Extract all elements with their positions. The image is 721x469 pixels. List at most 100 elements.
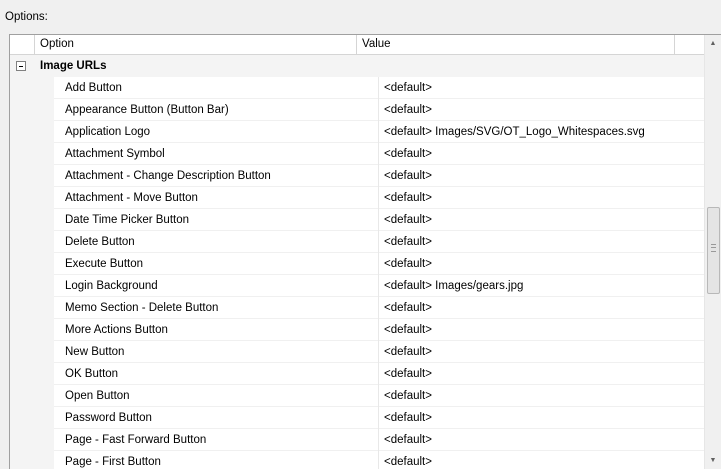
- scrollbar-thumb[interactable]: [707, 207, 720, 294]
- property-grid[interactable]: Option Value Image URLs Add Button <defau…: [9, 34, 721, 469]
- property-name[interactable]: Date Time Picker Button: [65, 209, 375, 231]
- property-value[interactable]: <default>: [384, 363, 704, 385]
- column-divider: [378, 253, 379, 275]
- row-gutter: [10, 451, 54, 469]
- property-name[interactable]: Page - First Button: [65, 451, 375, 469]
- property-row[interactable]: Appearance Button (Button Bar) <default>: [10, 99, 705, 121]
- property-name[interactable]: New Button: [65, 341, 375, 363]
- property-value[interactable]: <default>: [384, 209, 704, 231]
- column-divider: [378, 407, 379, 429]
- property-name[interactable]: Open Button: [65, 385, 375, 407]
- property-name[interactable]: Appearance Button (Button Bar): [65, 99, 375, 121]
- property-value[interactable]: <default>: [384, 319, 704, 341]
- property-row[interactable]: OK Button <default>: [10, 363, 705, 385]
- property-row[interactable]: Page - First Button <default>: [10, 451, 705, 469]
- property-row[interactable]: Attachment - Move Button <default>: [10, 187, 705, 209]
- column-divider: [378, 429, 379, 451]
- property-row[interactable]: More Actions Button <default>: [10, 319, 705, 341]
- property-row[interactable]: Attachment Symbol <default>: [10, 143, 705, 165]
- row-gutter: [10, 253, 54, 275]
- row-gutter: [10, 297, 54, 319]
- scroll-up-arrow-icon[interactable]: ▲: [705, 35, 721, 52]
- column-divider: [378, 121, 379, 143]
- column-header-blank: [676, 35, 705, 54]
- column-divider: [378, 231, 379, 253]
- row-gutter: [10, 275, 54, 297]
- property-value[interactable]: <default> Images/gears.jpg: [384, 275, 704, 297]
- column-divider: [378, 187, 379, 209]
- property-value[interactable]: <default>: [384, 385, 704, 407]
- row-gutter: [10, 121, 54, 143]
- collapse-icon[interactable]: [16, 61, 26, 71]
- row-gutter: [10, 319, 54, 341]
- column-divider: [378, 209, 379, 231]
- property-row[interactable]: Application Logo <default> Images/SVG/OT_…: [10, 121, 705, 143]
- property-row[interactable]: Execute Button <default>: [10, 253, 705, 275]
- column-divider: [378, 275, 379, 297]
- property-name[interactable]: Add Button: [65, 77, 375, 99]
- property-name[interactable]: Memo Section - Delete Button: [65, 297, 375, 319]
- column-divider: [378, 451, 379, 469]
- row-gutter: [10, 407, 54, 429]
- property-name[interactable]: Login Background: [65, 275, 375, 297]
- property-value[interactable]: <default>: [384, 451, 704, 469]
- column-divider: [378, 363, 379, 385]
- property-row[interactable]: Delete Button <default>: [10, 231, 705, 253]
- category-image-urls[interactable]: Image URLs: [10, 55, 705, 77]
- grid-header: Option Value: [10, 35, 705, 55]
- row-gutter: [10, 77, 54, 99]
- property-value[interactable]: <default>: [384, 341, 704, 363]
- row-gutter: [10, 99, 54, 121]
- column-divider: [378, 143, 379, 165]
- row-gutter: [10, 187, 54, 209]
- property-value[interactable]: <default>: [384, 77, 704, 99]
- property-row[interactable]: Date Time Picker Button <default>: [10, 209, 705, 231]
- grip-lines-icon: [711, 244, 716, 252]
- property-value[interactable]: <default>: [384, 407, 704, 429]
- row-gutter: [10, 385, 54, 407]
- property-row[interactable]: Attachment - Change Description Button <d…: [10, 165, 705, 187]
- property-row[interactable]: Add Button <default>: [10, 77, 705, 99]
- row-gutter: [10, 429, 54, 451]
- column-divider: [378, 297, 379, 319]
- property-row[interactable]: Login Background <default> Images/gears.j…: [10, 275, 705, 297]
- column-header-option[interactable]: Option: [35, 35, 357, 54]
- property-row[interactable]: Memo Section - Delete Button <default>: [10, 297, 705, 319]
- property-row[interactable]: Password Button <default>: [10, 407, 705, 429]
- property-name[interactable]: Page - Fast Forward Button: [65, 429, 375, 451]
- property-name[interactable]: Execute Button: [65, 253, 375, 275]
- property-value[interactable]: <default>: [384, 99, 704, 121]
- property-name[interactable]: Password Button: [65, 407, 375, 429]
- property-value[interactable]: <default>: [384, 165, 704, 187]
- property-value[interactable]: <default>: [384, 253, 704, 275]
- property-name[interactable]: Attachment - Change Description Button: [65, 165, 375, 187]
- row-gutter: [10, 341, 54, 363]
- property-value[interactable]: <default>: [384, 143, 704, 165]
- options-label: Options:: [5, 11, 48, 23]
- property-name[interactable]: Attachment - Move Button: [65, 187, 375, 209]
- property-name[interactable]: More Actions Button: [65, 319, 375, 341]
- property-row[interactable]: Page - Fast Forward Button <default>: [10, 429, 705, 451]
- column-divider: [378, 341, 379, 363]
- row-gutter: [10, 363, 54, 385]
- property-name[interactable]: OK Button: [65, 363, 375, 385]
- column-header-value[interactable]: Value: [358, 35, 675, 54]
- category-label: Image URLs: [40, 60, 107, 72]
- property-row[interactable]: Open Button <default>: [10, 385, 705, 407]
- property-value[interactable]: <default>: [384, 429, 704, 451]
- scroll-down-arrow-icon[interactable]: ▼: [705, 452, 721, 469]
- column-divider: [378, 165, 379, 187]
- property-value[interactable]: <default>: [384, 297, 704, 319]
- property-name[interactable]: Delete Button: [65, 231, 375, 253]
- property-name[interactable]: Attachment Symbol: [65, 143, 375, 165]
- property-value[interactable]: <default> Images/SVG/OT_Logo_Whitespaces…: [384, 121, 704, 143]
- property-value[interactable]: <default>: [384, 231, 704, 253]
- column-divider: [378, 319, 379, 341]
- column-divider: [378, 385, 379, 407]
- property-row[interactable]: New Button <default>: [10, 341, 705, 363]
- property-name[interactable]: Application Logo: [65, 121, 375, 143]
- row-gutter: [10, 165, 54, 187]
- vertical-scrollbar[interactable]: ▲ ▼: [704, 35, 721, 469]
- property-value[interactable]: <default>: [384, 187, 704, 209]
- grid-rows: Image URLs Add Button <default> Appearance…: [10, 55, 705, 469]
